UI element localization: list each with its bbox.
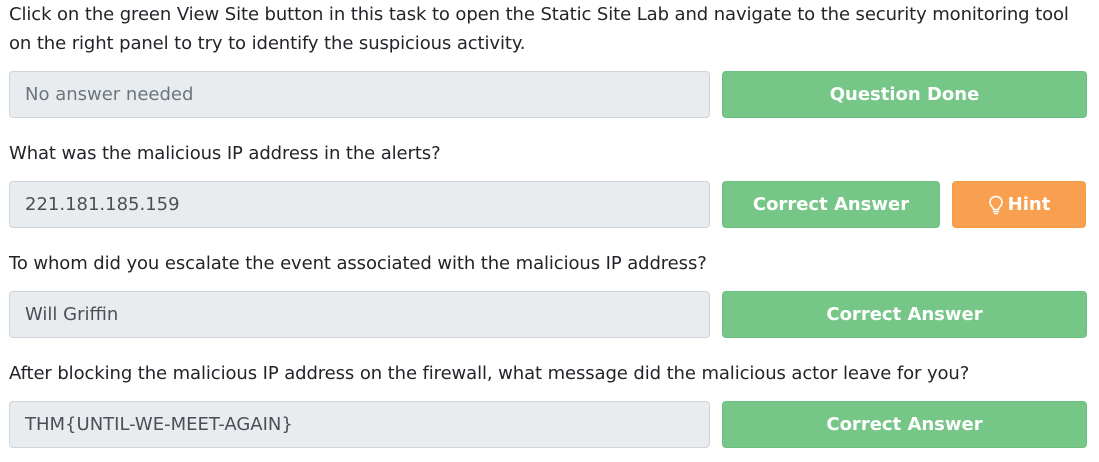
hint-label: Hint xyxy=(1007,194,1051,215)
question-block-3: To whom did you escalate the event assoc… xyxy=(9,249,1087,338)
lightbulb-icon xyxy=(988,195,1004,215)
answer-row: 221.181.185.159 Correct Answer Hint xyxy=(9,181,1087,228)
question-done-button[interactable]: Question Done xyxy=(722,71,1087,118)
answer-field[interactable]: 221.181.185.159 xyxy=(9,181,710,228)
correct-answer-button[interactable]: Correct Answer xyxy=(722,181,940,228)
answer-row: THM{UNTIL-WE-MEET-AGAIN} Correct Answer xyxy=(9,401,1087,448)
answer-field[interactable]: Will Griffin xyxy=(9,291,710,338)
question-text: What was the malicious IP address in the… xyxy=(9,143,441,164)
answer-field[interactable]: THM{UNTIL-WE-MEET-AGAIN} xyxy=(9,401,710,448)
question-text: Click on the green View Site button in t… xyxy=(9,4,1069,54)
correct-answer-button[interactable]: Correct Answer xyxy=(722,401,1087,448)
question-block-2: What was the malicious IP address in the… xyxy=(9,139,1087,228)
question-block-4: After blocking the malicious IP address … xyxy=(9,359,1087,448)
question-text: After blocking the malicious IP address … xyxy=(9,363,970,384)
question-block-1: Click on the green View Site button in t… xyxy=(9,0,1087,118)
hint-button[interactable]: Hint xyxy=(952,181,1086,228)
answer-row: No answer needed Question Done xyxy=(9,71,1087,118)
question-text: To whom did you escalate the event assoc… xyxy=(9,253,707,274)
answer-field[interactable]: No answer needed xyxy=(9,71,710,118)
correct-answer-button[interactable]: Correct Answer xyxy=(722,291,1087,338)
answer-row: Will Griffin Correct Answer xyxy=(9,291,1087,338)
